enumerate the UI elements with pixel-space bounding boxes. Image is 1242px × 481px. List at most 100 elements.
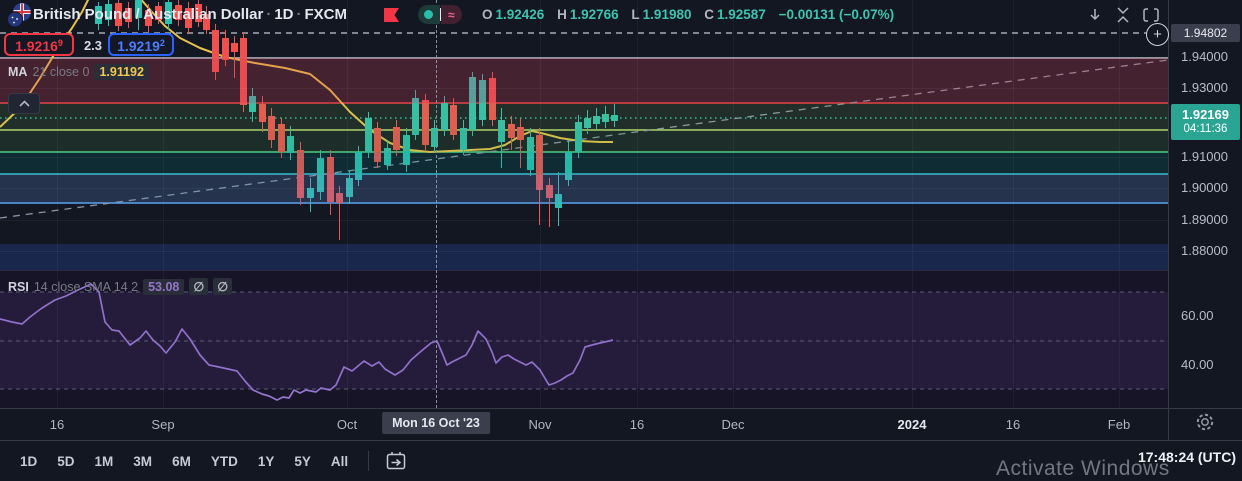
rsi-null-badge: ∅ [189,278,209,295]
title-separator: · [296,6,302,23]
bar-countdown: 04:11:36 [1183,123,1228,135]
close-label: C [704,7,714,22]
time-axis[interactable]: 16 Sep Oct Nov 16 Dec 2024 16 Feb Mon 16 Oct '23 [0,408,1242,440]
range-button-5y[interactable]: 5Y [284,449,321,474]
price-axis-label: 40.00 [1181,357,1214,372]
time-axis-label: 2024 [897,417,927,432]
chart-top-toolbar: British Pound / Australian Dollar · 1D · FXC… [0,0,1242,30]
price-axis-label: 1.90000 [1181,180,1228,195]
buy-price-sup: 2 [159,38,165,48]
price-band [0,152,1168,174]
ma-indicator-legend[interactable]: MA 21 close 0 1.91192 [8,64,149,80]
range-button-1y[interactable]: 1Y [248,449,285,474]
ma-legend-value: 1.91192 [94,64,149,80]
price-band [0,58,1168,103]
time-axis-label: Oct [336,417,358,432]
download-button[interactable] [1082,3,1108,27]
low-label: L [631,7,640,22]
open-value: 1.92426 [495,7,545,22]
go-to-date-button[interactable] [379,447,413,475]
range-button-1m[interactable]: 1M [85,449,124,474]
alert-price-label: 1.94802 [1171,24,1240,42]
grid-line-vertical [733,0,734,271]
time-axis-label: Feb [1107,417,1131,432]
crosshair-vertical-line [436,0,437,408]
range-button-5d[interactable]: 5D [47,449,84,474]
range-button-all[interactable]: All [321,449,358,474]
current-price-value: 1.92169 [1182,107,1229,122]
grid-line-vertical [347,0,348,271]
toggle-approx-icon: ≈ [440,5,462,24]
toolbar-divider [368,451,370,471]
grid-line-vertical [912,0,913,271]
ohlc-readout: O 1.92426 H 1.92766 L 1.91980 C 1.92587 −0.0… [482,7,894,22]
symbol-name: British Pound / Australian Dollar [33,6,264,23]
ma-legend-name: MA [8,65,28,79]
grid-line-horizontal [0,251,1168,252]
sell-price-sup: 9 [57,38,63,48]
grid-line-vertical [540,0,541,271]
flagged-symbol-icon[interactable] [384,8,399,22]
time-axis-label: Sep [151,417,175,432]
time-axis-label: 16 [49,417,65,432]
high-value: 1.92766 [569,7,619,22]
crosshair-date-label: Mon 16 Oct '23 [382,412,490,434]
grid-line-horizontal [0,188,1168,189]
grid-line-vertical [1119,0,1120,271]
sell-price-value: 1.9216 [15,38,58,54]
grid-line-vertical [1013,0,1014,271]
buy-price-button[interactable]: 1.9219 2 [108,33,174,56]
symbol-title[interactable]: British Pound / Australian Dollar · 1D · FXC… [33,6,347,23]
axis-settings-corner [1168,408,1242,440]
rsi-legend-name: RSI [8,279,29,294]
price-axis-label: 1.89000 [1181,212,1228,227]
currency-pair-flags-icon [6,2,32,28]
price-axis[interactable]: 1.94802 1.94000 1.93000 1.91000 1.90000 1.89… [1168,0,1242,408]
low-value: 1.91980 [642,7,692,22]
spread-value: 2.3 [83,38,103,53]
grid-line-horizontal [0,57,1168,58]
price-band [0,130,1168,152]
price-band [0,244,1168,271]
time-axis-label: 16 [629,417,645,432]
activate-windows-watermark: Activate Windows [996,457,1170,480]
main-price-pane[interactable] [0,0,1168,271]
time-axis-label: 16 [1005,417,1021,432]
price-axis-label: 1.93000 [1181,80,1228,95]
add-alert-plus-button[interactable]: + [1146,23,1169,46]
range-button-6m[interactable]: 6M [162,449,201,474]
range-button-3m[interactable]: 3M [123,449,162,474]
exchange-label: FXCM [304,6,348,23]
price-axis-label: 1.88000 [1181,243,1228,258]
interval-label: 1D [274,6,294,23]
rsi-legend-params: 14 close SMA 14 2 [33,279,139,294]
plus-icon: + [1153,26,1162,43]
pane-divider[interactable] [0,270,1168,271]
grid-line-horizontal [0,220,1168,221]
grid-line-vertical [637,0,638,271]
buy-price-value: 1.9219 [117,38,160,54]
close-value: 1.92587 [717,7,766,22]
axis-settings-gear-icon[interactable] [1195,412,1215,437]
trading-chart-app: TradingView 1.92169 2.3 1.92192 MA 21 cl… [0,0,1242,481]
collapse-panes-button[interactable] [1110,3,1136,27]
candle-body [230,43,238,52]
ma-legend-params: 21 close 0 [32,65,90,79]
range-button-ytd[interactable]: YTD [201,449,248,474]
rsi-indicator-legend[interactable]: RSI 14 close SMA 14 2 53.08 ∅ ∅ [8,278,233,295]
sell-price-button[interactable]: 1.9216 9 [4,33,74,56]
rsi-legend-value: 53.08 [143,278,185,295]
rsi-null-badge: ∅ [213,278,233,295]
grid-line-horizontal [0,88,1168,89]
change-value: −0.00131 (−0.07%) [778,7,895,22]
price-axis-label: 60.00 [1181,308,1214,323]
range-button-1d[interactable]: 1D [10,449,47,474]
time-axis-label: Nov [528,417,552,432]
bid-ask-toggle[interactable]: ≈ [418,5,462,24]
grid-line-horizontal [0,157,1168,158]
price-band [0,103,1168,130]
title-separator: · [266,6,272,23]
toggle-dot-icon [418,5,440,24]
collapse-legend-button[interactable] [8,93,40,114]
high-label: H [557,7,567,22]
